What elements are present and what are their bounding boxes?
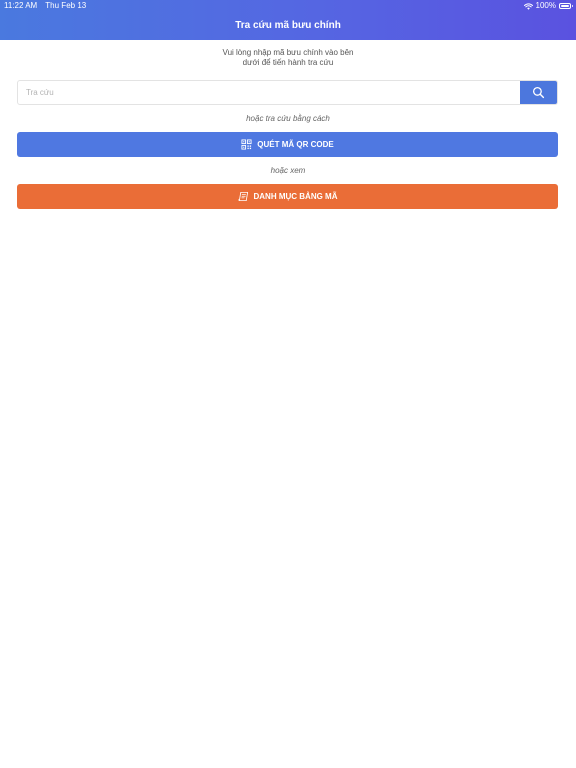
instructions-line-2: dưới để tiến hành tra cứu [242, 58, 334, 67]
status-right: 100% [523, 0, 573, 12]
battery-fill [561, 5, 569, 7]
alt-view-text: hoặc xem [270, 166, 306, 175]
qr-code-icon [241, 139, 252, 150]
battery-percent: 100% [535, 1, 556, 10]
search-icon [532, 86, 545, 99]
book-list-icon [237, 191, 248, 202]
instructions-text: Vui lòng nhập mã bưu chính vào bên dưới … [0, 48, 576, 68]
wifi-icon [523, 2, 533, 10]
page-title: Tra cứu mã bưu chính [235, 20, 341, 31]
code-catalog-label: DANH MỤC BẢNG MÃ [253, 192, 338, 201]
code-catalog-button[interactable]: DANH MỤC BẢNG MÃ [17, 184, 558, 209]
scan-qr-button[interactable]: QUÉT MÃ QR CODE [17, 132, 558, 157]
status-time: 11:22 AM [4, 1, 38, 10]
instructions-line-1: Vui lòng nhập mã bưu chính vào bên [222, 48, 354, 57]
status-left: 11:22 AM Thu Feb 13 [4, 0, 92, 12]
search-button[interactable] [520, 81, 557, 104]
alt-lookup-text: hoặc tra cứu bằng cách [246, 114, 330, 123]
app-header: 11:22 AM Thu Feb 13 100% Tra cứu mã bưu … [0, 0, 576, 40]
status-date: Thu Feb 13 [45, 1, 87, 10]
battery-icon [559, 3, 573, 9]
search-input[interactable] [18, 81, 520, 104]
status-bar: 11:22 AM Thu Feb 13 100% [0, 0, 576, 12]
search-box [17, 80, 558, 105]
scan-qr-label: QUÉT MÃ QR CODE [257, 140, 334, 149]
